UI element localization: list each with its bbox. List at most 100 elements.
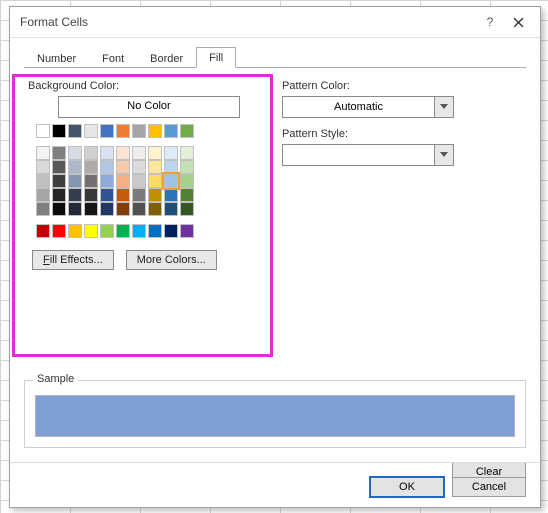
pattern-color-dropdown-arrow[interactable] xyxy=(434,97,453,117)
tab-fill[interactable]: Fill xyxy=(196,47,236,68)
more-colors-button[interactable]: More Colors... xyxy=(126,250,217,270)
color-swatch[interactable] xyxy=(164,202,178,216)
color-swatch[interactable] xyxy=(68,202,82,216)
color-swatch[interactable] xyxy=(132,188,146,202)
color-swatch[interactable] xyxy=(164,188,178,202)
color-swatch[interactable] xyxy=(100,224,114,238)
color-swatch[interactable] xyxy=(180,224,194,238)
color-swatch[interactable] xyxy=(84,174,98,188)
color-swatch[interactable] xyxy=(180,188,194,202)
color-swatch[interactable] xyxy=(116,202,130,216)
color-swatch[interactable] xyxy=(52,160,66,174)
color-swatch[interactable] xyxy=(148,160,162,174)
color-swatch[interactable] xyxy=(148,124,162,138)
color-swatch[interactable] xyxy=(164,124,178,138)
pattern-style-combo[interactable] xyxy=(282,144,454,166)
background-color-section: Background Color: No Color Fill Effects.… xyxy=(28,78,258,270)
color-swatch[interactable] xyxy=(84,160,98,174)
color-swatch[interactable] xyxy=(100,160,114,174)
color-swatch[interactable] xyxy=(164,174,178,188)
color-swatch[interactable] xyxy=(52,174,66,188)
color-swatch[interactable] xyxy=(116,160,130,174)
color-swatch[interactable] xyxy=(180,146,194,160)
color-swatch[interactable] xyxy=(164,146,178,160)
color-swatch[interactable] xyxy=(116,124,130,138)
dialog-title: Format Cells xyxy=(20,15,476,29)
color-swatch[interactable] xyxy=(84,124,98,138)
color-swatch[interactable] xyxy=(36,146,50,160)
color-swatch[interactable] xyxy=(36,202,50,216)
color-swatch[interactable] xyxy=(36,224,50,238)
color-swatch[interactable] xyxy=(68,160,82,174)
color-swatch[interactable] xyxy=(116,224,130,238)
color-swatch[interactable] xyxy=(36,124,50,138)
help-button[interactable]: ? xyxy=(476,10,504,34)
fill-effects-button[interactable]: Fill Effects... xyxy=(32,250,114,270)
dialog-content: NumberFontBorderFill Background Color: N… xyxy=(10,38,540,507)
color-swatch[interactable] xyxy=(52,202,66,216)
color-swatch[interactable] xyxy=(84,202,98,216)
color-swatch[interactable] xyxy=(84,188,98,202)
color-swatch[interactable] xyxy=(116,146,130,160)
fill-tab-body: Background Color: No Color Fill Effects.… xyxy=(24,68,526,270)
color-swatch[interactable] xyxy=(100,174,114,188)
no-color-button[interactable]: No Color xyxy=(58,96,240,118)
color-swatch[interactable] xyxy=(68,146,82,160)
color-swatch[interactable] xyxy=(148,146,162,160)
pattern-style-dropdown-arrow[interactable] xyxy=(434,145,453,165)
color-swatch[interactable] xyxy=(132,124,146,138)
color-swatch[interactable] xyxy=(52,188,66,202)
color-swatch[interactable] xyxy=(148,224,162,238)
color-swatch[interactable] xyxy=(100,188,114,202)
color-swatch[interactable] xyxy=(148,188,162,202)
pattern-color-label: Pattern Color: xyxy=(282,80,522,92)
pattern-section: Pattern Color: Automatic Pattern Style: xyxy=(282,78,522,270)
color-swatch[interactable] xyxy=(116,174,130,188)
color-swatch[interactable] xyxy=(132,174,146,188)
color-swatch[interactable] xyxy=(180,202,194,216)
footer-divider xyxy=(10,462,540,463)
color-swatch[interactable] xyxy=(68,124,82,138)
color-swatch[interactable] xyxy=(52,124,66,138)
color-swatch[interactable] xyxy=(36,174,50,188)
color-swatch[interactable] xyxy=(132,160,146,174)
pattern-color-value: Automatic xyxy=(283,97,434,117)
color-swatch[interactable] xyxy=(52,146,66,160)
tab-border[interactable]: Border xyxy=(137,48,196,68)
color-swatch[interactable] xyxy=(68,174,82,188)
color-swatch[interactable] xyxy=(132,202,146,216)
tab-number[interactable]: Number xyxy=(24,48,89,68)
pattern-style-value xyxy=(283,145,434,165)
color-swatch[interactable] xyxy=(100,202,114,216)
color-swatch[interactable] xyxy=(148,202,162,216)
color-swatch[interactable] xyxy=(180,174,194,188)
color-swatch[interactable] xyxy=(36,188,50,202)
color-swatch[interactable] xyxy=(68,224,82,238)
pattern-style-label: Pattern Style: xyxy=(282,128,522,140)
color-swatch[interactable] xyxy=(148,174,162,188)
cancel-button[interactable]: Cancel xyxy=(452,477,526,497)
color-swatch[interactable] xyxy=(116,188,130,202)
color-swatch[interactable] xyxy=(36,160,50,174)
color-swatch[interactable] xyxy=(100,146,114,160)
color-swatch[interactable] xyxy=(132,146,146,160)
chevron-down-icon xyxy=(440,152,448,158)
sample-fieldset: Sample xyxy=(24,380,526,448)
sample-legend: Sample xyxy=(33,373,78,385)
pattern-color-combo[interactable]: Automatic xyxy=(282,96,454,118)
color-swatch[interactable] xyxy=(52,224,66,238)
ok-button[interactable]: OK xyxy=(370,477,444,497)
color-swatch[interactable] xyxy=(180,160,194,174)
color-swatch[interactable] xyxy=(164,224,178,238)
color-swatch[interactable] xyxy=(100,124,114,138)
dialog-footer: OK Cancel xyxy=(370,467,526,497)
color-swatch[interactable] xyxy=(84,224,98,238)
color-swatch[interactable] xyxy=(180,124,194,138)
color-swatch[interactable] xyxy=(164,160,178,174)
color-swatch[interactable] xyxy=(68,188,82,202)
color-swatch[interactable] xyxy=(132,224,146,238)
tab-font[interactable]: Font xyxy=(89,48,137,68)
titlebar: Format Cells ? xyxy=(10,7,540,38)
color-swatch[interactable] xyxy=(84,146,98,160)
close-button[interactable] xyxy=(504,10,532,34)
